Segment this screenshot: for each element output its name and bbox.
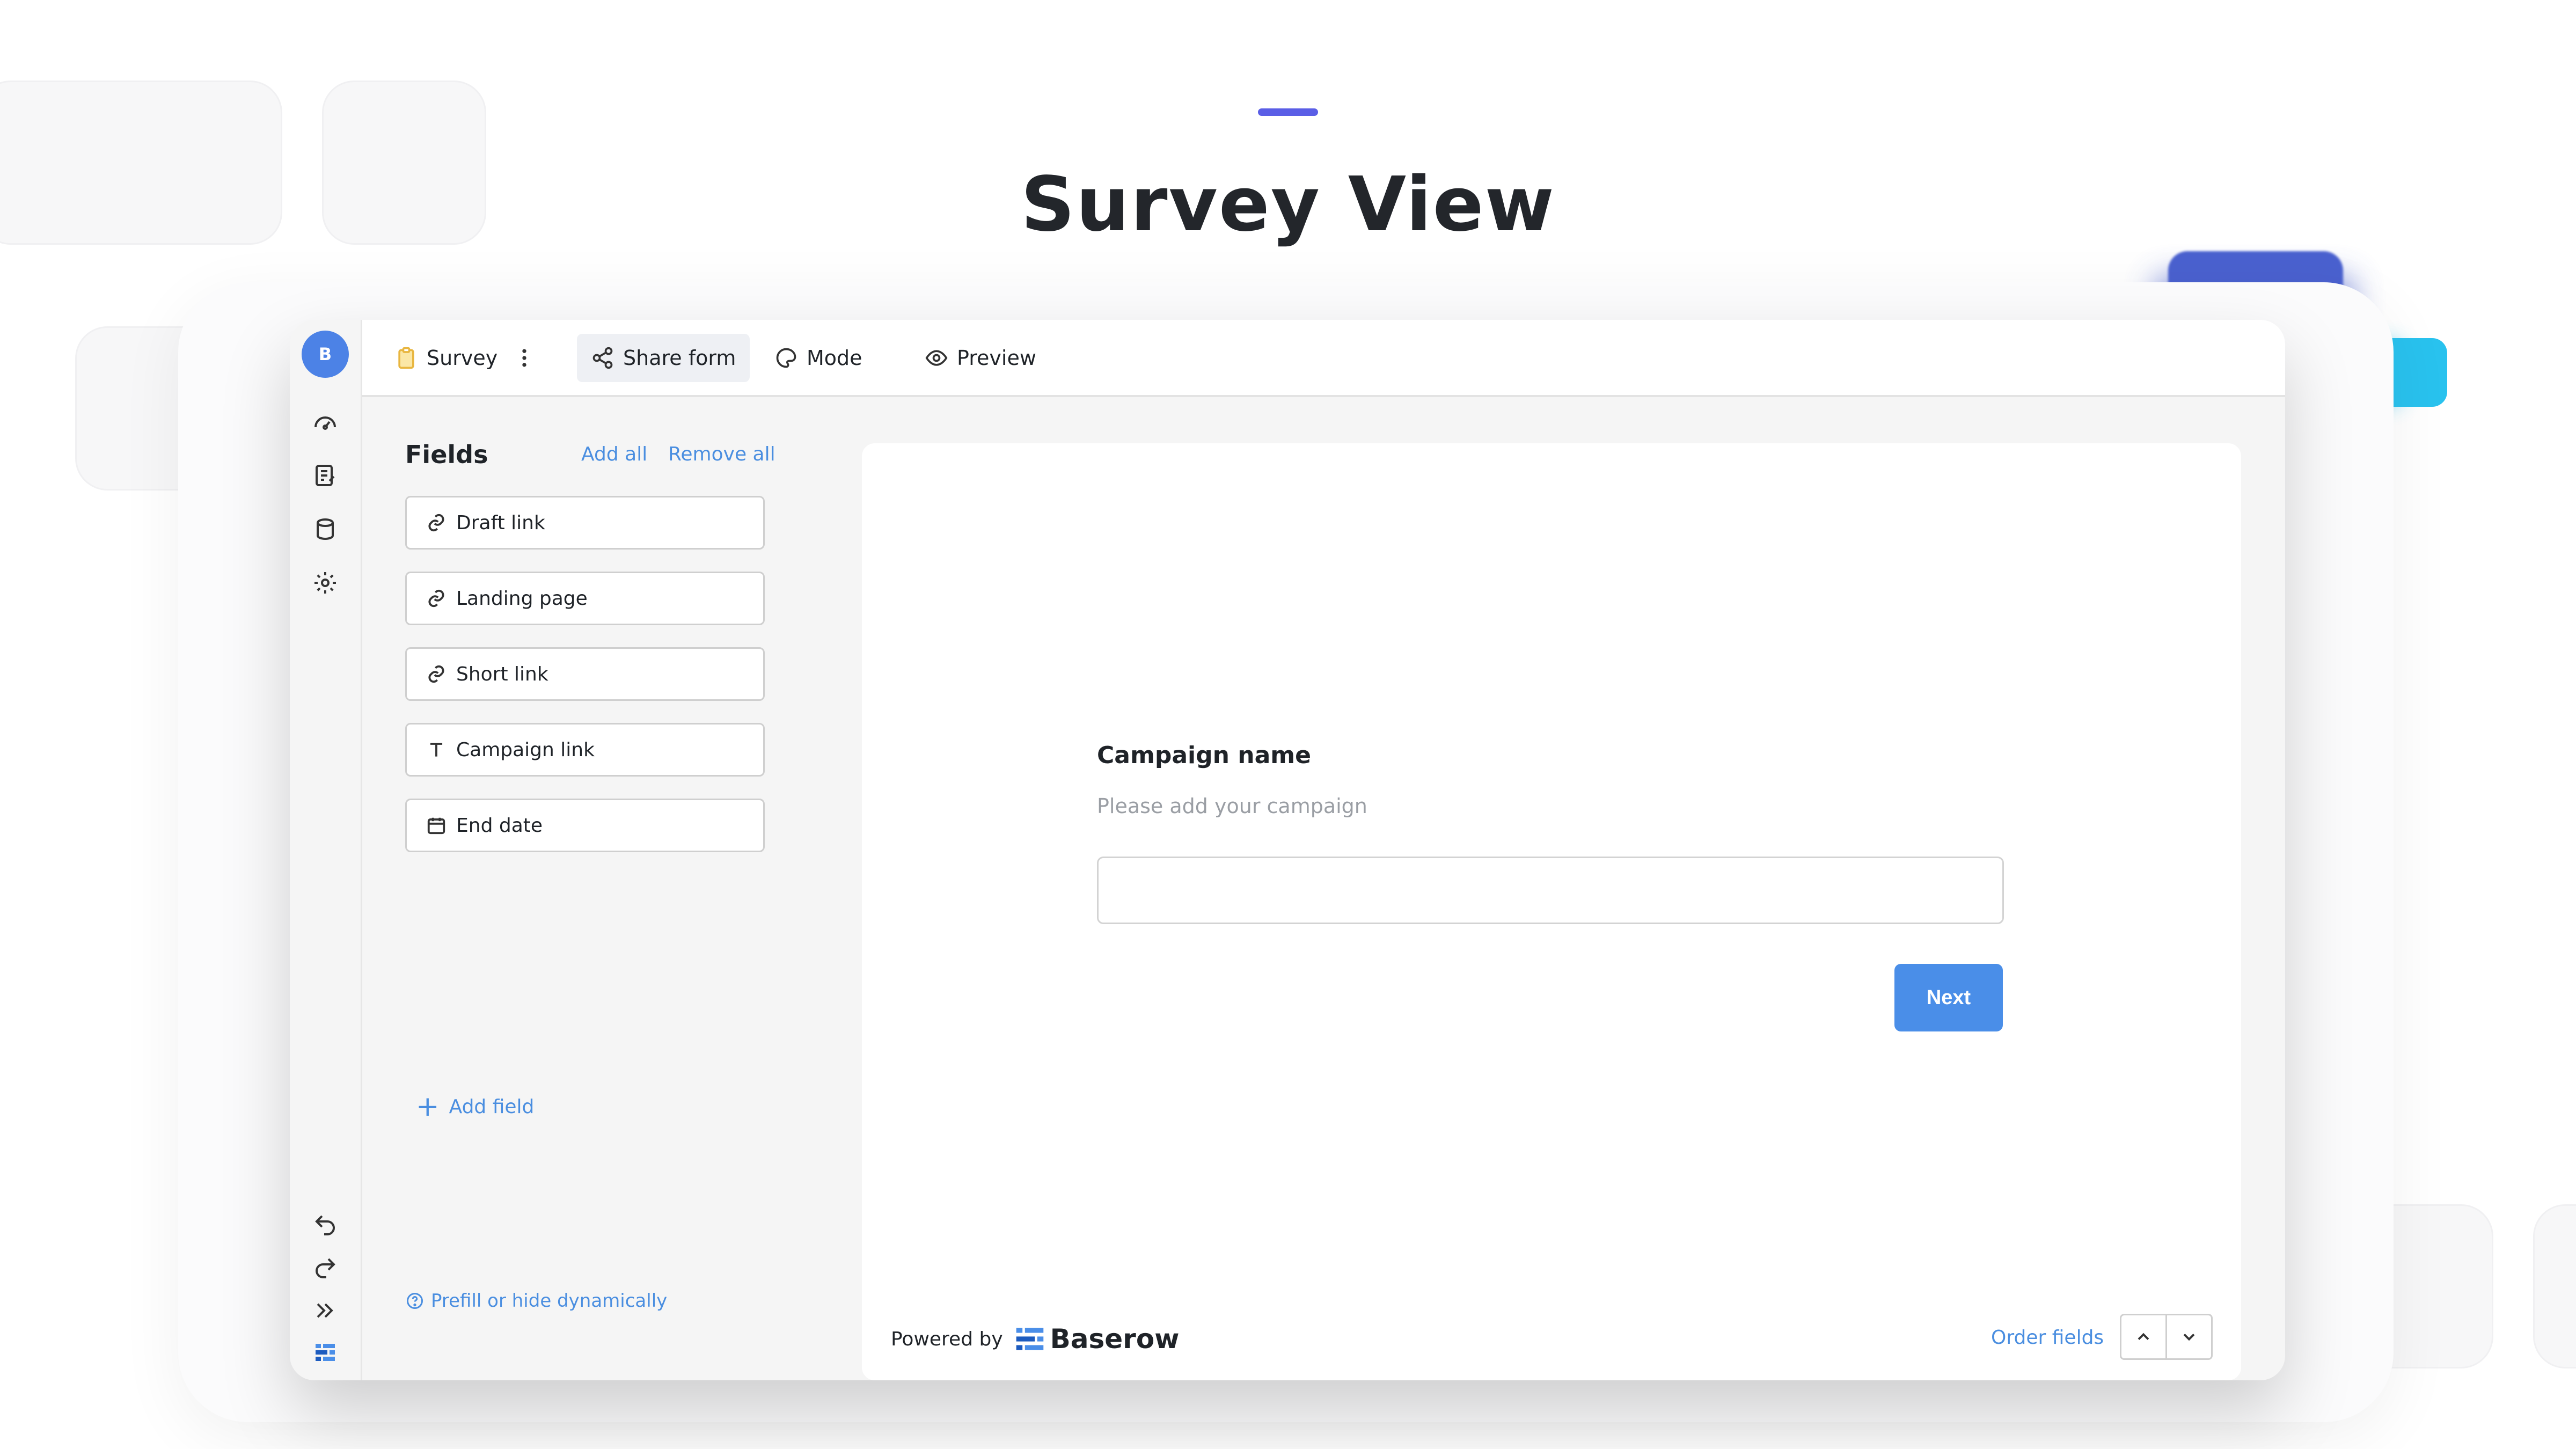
view-name: Survey [427,346,498,370]
fields-panel: Fields Add all Remove all Draft link Lan… [362,397,786,1380]
decorative-card [2533,1204,2576,1368]
page-title: Survey View [1021,161,1555,248]
more-vertical-icon [522,349,526,367]
preview-button[interactable]: Preview [925,334,1036,382]
link-icon [428,665,444,683]
undo-icon[interactable] [312,1212,338,1238]
title-accent-line [1258,108,1318,116]
expand-icon[interactable] [312,1298,338,1323]
move-up-button[interactable] [2120,1314,2167,1360]
field-label: Draft link [456,511,545,534]
plus-icon: + [416,1091,440,1123]
redo-icon[interactable] [312,1255,338,1280]
field-item-campaign-link[interactable]: Campaign link [405,723,765,777]
view-selector[interactable]: Survey [394,334,497,382]
next-button[interactable]: Next [1894,964,2003,1031]
link-icon [428,589,444,608]
text-icon [430,743,443,757]
field-item-draft-link[interactable]: Draft link [405,496,765,550]
calendar-icon [427,817,445,835]
view-options-button[interactable] [513,334,545,382]
field-item-end-date[interactable]: End date [405,799,765,852]
field-item-landing-page[interactable]: Landing page [405,572,765,625]
view-toolbar: Survey Share form Mode Preview [362,320,2285,397]
chevron-up-icon [2138,1333,2149,1340]
field-label: Short link [456,663,548,685]
field-label: End date [456,814,543,837]
baserow-logo-icon [1016,1328,1043,1350]
help-circle-icon [407,1293,423,1309]
baserow-logo-icon [312,1340,338,1365]
avatar[interactable]: B [302,331,349,378]
powered-by[interactable]: Powered by Baserow [891,1323,1179,1355]
mode-label: Mode [807,346,862,370]
move-down-button[interactable] [2165,1314,2213,1360]
brand-name: Baserow [1050,1323,1180,1355]
notes-icon[interactable] [312,463,338,488]
add-all-link[interactable]: Add all [581,443,647,465]
add-field-button[interactable]: + Add field [416,1093,534,1121]
eye-icon [925,350,948,366]
campaign-name-input[interactable] [1097,857,2004,924]
palette-icon [776,348,796,368]
order-fields-link[interactable]: Order fields [1991,1327,2104,1349]
app-window: B Survey Share form Mode Preview Fields … [290,320,2285,1380]
mode-button[interactable]: Mode [774,334,862,382]
share-form-label: Share form [623,346,736,370]
link-icon [428,514,444,532]
clipboard-icon [398,347,414,369]
database-icon[interactable] [312,516,338,542]
prefill-label: Prefill or hide dynamically [431,1290,668,1312]
field-label: Landing page [456,587,588,610]
prefill-link[interactable]: Prefill or hide dynamically [405,1290,667,1312]
remove-all-link[interactable]: Remove all [668,443,775,465]
form-preview-card: Campaign name Please add your campaign N… [862,443,2241,1380]
share-icon [592,347,613,369]
settings-icon[interactable] [312,570,338,596]
dashboard-icon[interactable] [312,410,338,436]
fields-title: Fields [405,440,488,469]
question-title[interactable]: Campaign name [1097,742,1311,769]
powered-by-label: Powered by [891,1328,1003,1350]
field-item-short-link[interactable]: Short link [405,647,765,701]
share-form-button[interactable]: Share form [577,334,750,382]
add-field-label: Add field [449,1095,535,1118]
preview-label: Preview [957,346,1036,370]
sidebar: B [290,320,362,1380]
chevron-down-icon [2183,1334,2195,1341]
field-label: Campaign link [456,738,595,761]
brand-logo: Baserow [1015,1323,1180,1355]
question-description[interactable]: Please add your campaign [1097,794,1367,818]
